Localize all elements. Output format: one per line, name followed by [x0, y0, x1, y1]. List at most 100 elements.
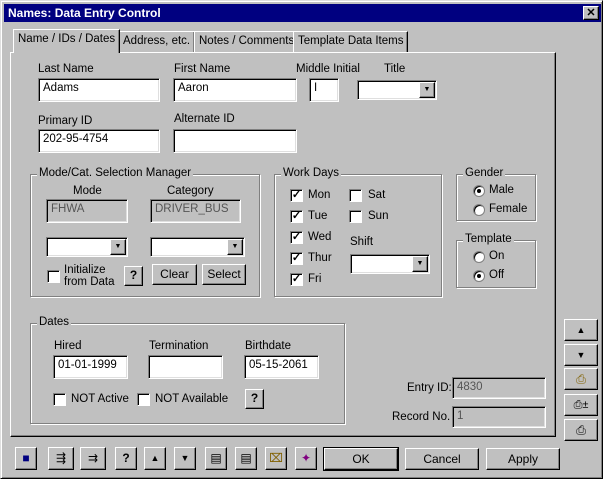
work-days-group: Work Days ✓ Mon ✓ Tue ✓ Wed ✓ Thur ✓ Fri… [274, 167, 442, 297]
help-icon: ? [129, 268, 138, 282]
shift-select[interactable]: ▼ [350, 254, 430, 274]
fri-checkbox[interactable]: ✓ [290, 273, 303, 286]
wizard-button[interactable]: ✦ [295, 447, 317, 470]
tab-notes[interactable]: Notes / Comments [194, 31, 300, 52]
printer-wizard-icon: ⎙ [576, 372, 586, 386]
dates-help-button[interactable]: ? [245, 389, 264, 409]
hired-input[interactable]: 01-01-1999 [53, 355, 128, 379]
clipboard-icon: ⌧ [269, 451, 283, 465]
tab-panel: Last Name Adams First Name Aaron Middle … [10, 52, 556, 437]
select-button[interactable]: Select [202, 264, 246, 285]
sun-checkbox[interactable] [349, 210, 362, 223]
arrow-up-icon: ▲ [150, 453, 160, 463]
initialize-label-line-1: Initialize [64, 264, 106, 276]
scroll-up-button[interactable]: ▲ [564, 319, 598, 341]
alternate-id-input[interactable] [173, 129, 297, 153]
template-off-radio[interactable] [473, 270, 485, 282]
export-icon: ⇉ [87, 451, 99, 465]
mode-category-legend: Mode/Cat. Selection Manager [37, 167, 194, 179]
first-name-input[interactable]: Aaron [173, 78, 297, 102]
export-button[interactable]: ⇉ [80, 447, 106, 470]
chevron-down-icon[interactable]: ▼ [227, 239, 243, 255]
chevron-down-icon[interactable]: ▼ [110, 239, 126, 255]
category-label: Category [167, 185, 214, 197]
arrow-up-icon: ▲ [576, 325, 586, 335]
tab-template-data[interactable]: Template Data Items [293, 31, 409, 52]
tue-label: Tue [308, 210, 328, 222]
print-button[interactable]: ⎙ [564, 419, 598, 441]
document-icon: ▤ [210, 451, 222, 465]
next-record-button[interactable]: ▼ [174, 447, 196, 470]
template-legend: Template [463, 233, 514, 245]
tab-address[interactable]: Address, etc. [118, 31, 196, 52]
toolbar-help-button[interactable]: ? [115, 447, 137, 470]
help-icon: ? [250, 391, 259, 405]
print-plus-button[interactable]: ⎙± [564, 394, 598, 416]
paste-button[interactable]: ⌧ [265, 447, 287, 470]
entry-id-field: 4830 [452, 377, 546, 399]
import-icon: ⇶ [55, 451, 67, 465]
new-doc-button[interactable]: ▤ [205, 447, 227, 470]
chevron-down-icon[interactable]: ▼ [412, 256, 428, 272]
wed-checkbox[interactable]: ✓ [290, 231, 303, 244]
primary-id-input[interactable]: 202-95-4754 [38, 129, 160, 153]
dates-group: Dates Hired 01-01-1999 Termination Birth… [30, 316, 345, 424]
wizard-icon: ✦ [300, 451, 312, 465]
male-radio[interactable] [473, 185, 485, 197]
female-label: Female [489, 203, 528, 215]
chevron-down-icon[interactable]: ▼ [419, 82, 435, 98]
title-select[interactable]: ▼ [357, 80, 437, 100]
mon-checkbox[interactable]: ✓ [290, 189, 303, 202]
thur-checkbox[interactable]: ✓ [290, 252, 303, 265]
arrow-down-icon: ▼ [576, 350, 586, 360]
not-active-checkbox[interactable] [53, 393, 66, 406]
mode-select[interactable]: ▼ [46, 237, 128, 257]
last-name-input[interactable]: Adams [38, 78, 160, 102]
entry-id-label: Entry ID: [407, 382, 452, 394]
category-field: DRIVER_BUS [150, 199, 241, 223]
birthdate-label: Birthdate [245, 340, 292, 352]
hired-label: Hired [54, 340, 82, 352]
save-button[interactable]: ■ [15, 447, 37, 470]
template-on-label: On [489, 250, 505, 262]
work-days-legend: Work Days [281, 167, 342, 179]
template-on-radio[interactable] [473, 251, 485, 263]
initialize-label: Initialize from Data [64, 264, 115, 288]
document-copy-icon: ▤ [240, 451, 252, 465]
mode-category-group: Mode/Cat. Selection Manager Mode Categor… [30, 167, 260, 297]
shift-label: Shift [350, 236, 374, 248]
import-button[interactable]: ⇶ [48, 447, 74, 470]
tab-name-ids-dates[interactable]: Name / IDs / Dates [13, 29, 121, 53]
not-available-checkbox[interactable] [137, 393, 150, 406]
ok-button[interactable]: OK [323, 447, 399, 471]
primary-id-label: Primary ID [38, 115, 93, 127]
copy-doc-button[interactable]: ▤ [235, 447, 257, 470]
floppy-icon: ■ [22, 451, 30, 465]
female-radio[interactable] [473, 204, 485, 216]
apply-button[interactable]: Apply [486, 448, 560, 470]
sun-label: Sun [368, 210, 389, 222]
initialize-from-data-checkbox[interactable] [47, 270, 60, 283]
clear-button[interactable]: Clear [152, 264, 197, 285]
print-wizard-button[interactable]: ⎙ [564, 368, 598, 390]
cancel-button[interactable]: Cancel [405, 448, 479, 470]
termination-input[interactable] [148, 355, 223, 379]
close-button[interactable]: ✕ [583, 6, 599, 20]
tue-checkbox[interactable]: ✓ [290, 210, 303, 223]
mode-label: Mode [73, 185, 102, 197]
first-name-label: First Name [174, 63, 231, 75]
sat-checkbox[interactable] [349, 189, 362, 202]
help-button[interactable]: ? [124, 266, 143, 286]
category-select[interactable]: ▼ [150, 237, 245, 257]
window-title: Names: Data Entry Control [8, 6, 161, 20]
scroll-down-button[interactable]: ▼ [564, 344, 598, 366]
not-active-label: NOT Active [71, 393, 129, 405]
prev-record-button[interactable]: ▲ [144, 447, 166, 470]
arrow-down-icon: ▼ [180, 453, 190, 463]
sat-label: Sat [368, 189, 386, 201]
middle-initial-input[interactable]: I [309, 78, 339, 102]
birthdate-input[interactable]: 05-15-2061 [244, 355, 319, 379]
title-bar[interactable]: Names: Data Entry Control ✕ [4, 4, 601, 22]
template-off-label: Off [489, 269, 505, 281]
last-name-label: Last Name [38, 63, 94, 75]
